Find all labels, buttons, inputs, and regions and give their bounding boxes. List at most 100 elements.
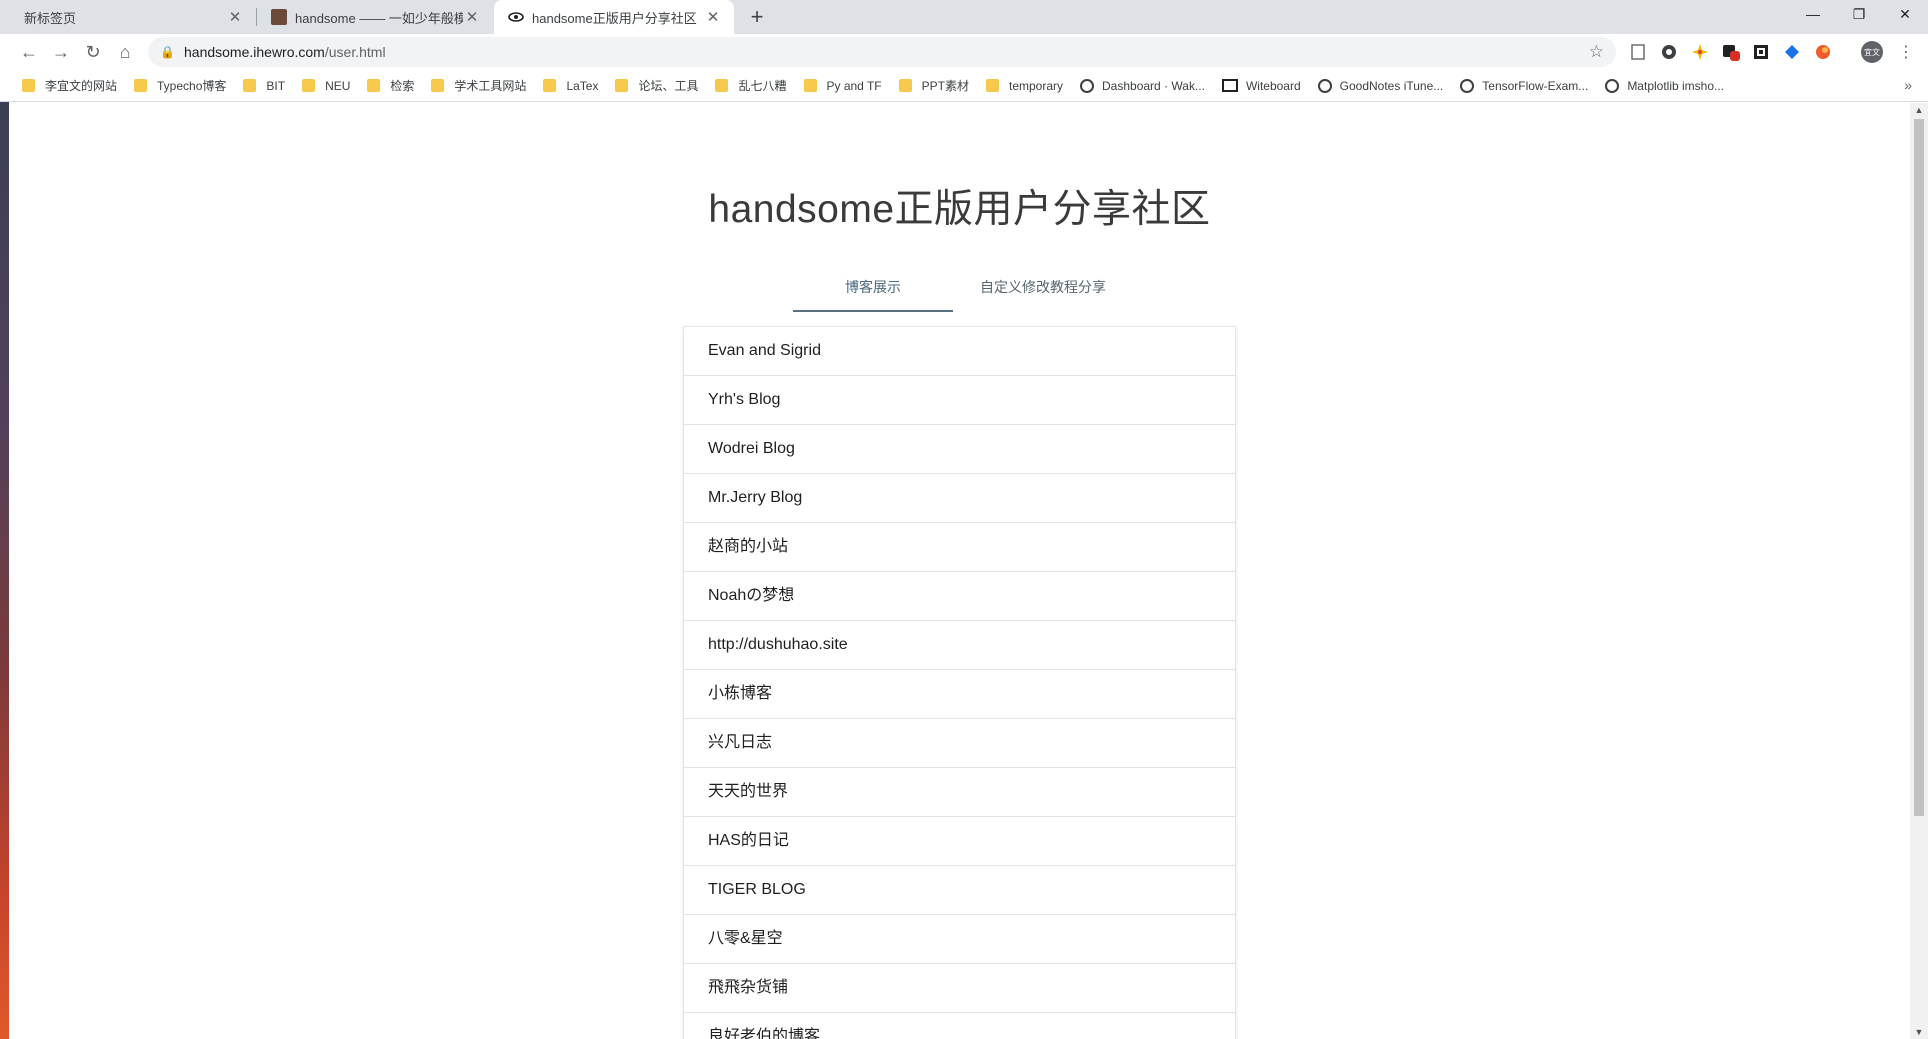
back-arrow-icon[interactable]: ←	[16, 39, 42, 65]
tab-title: 新标签页	[24, 10, 77, 26]
url-host: handsome.ihewro.com	[184, 44, 325, 60]
bookmark-label: Witeboard	[1245, 78, 1301, 93]
browser-tab-handsome[interactable]: handsome —— 一如少年般模样 ✕	[257, 0, 493, 34]
bookmark-item[interactable]: LaTex	[543, 79, 598, 93]
blog-list-item[interactable]: 小栋博客	[684, 670, 1235, 719]
reader-extension-icon[interactable]	[1628, 42, 1648, 62]
reload-icon[interactable]: ↻	[80, 39, 106, 65]
url-path: /user.html	[324, 44, 386, 60]
blog-list-item[interactable]: Wodrei Blog	[684, 425, 1235, 474]
bookmark-label: TensorFlow-Exam...	[1482, 78, 1589, 93]
blog-list-item[interactable]: 天天的世界	[684, 768, 1235, 817]
folder-icon	[985, 79, 999, 92]
blog-list-item[interactable]: 八零&星空	[684, 915, 1235, 964]
new-tab-button[interactable]: +	[744, 4, 770, 30]
scroll-thumb[interactable]	[1914, 119, 1924, 816]
blog-list-item[interactable]: TIGER BLOG	[684, 866, 1235, 915]
blog-list-item[interactable]: Evan and Sigrid	[684, 327, 1235, 376]
globe-icon	[1460, 78, 1475, 93]
site-favicon-icon	[271, 9, 287, 25]
menu-kebab-icon[interactable]: ⋮	[1896, 42, 1916, 62]
bookmark-star-icon[interactable]: ☆	[1589, 42, 1604, 62]
bookmark-item[interactable]: TensorFlow-Exam...	[1460, 78, 1589, 93]
browser-tab-strip: 新标签页 ✕ handsome —— 一如少年般模样 ✕ handsome正版用…	[0, 0, 1928, 34]
bookmark-label: Matplotlib imsho...	[1627, 78, 1725, 93]
grammar-extension-icon[interactable]	[1659, 42, 1679, 62]
folder-icon	[134, 79, 148, 92]
bookmark-item[interactable]: GoodNotes iTune...	[1317, 78, 1443, 93]
bookmark-label: Dashboard · Wak...	[1102, 78, 1205, 93]
minimize-button[interactable]: —	[1790, 0, 1836, 30]
lock-icon: 🔒	[160, 45, 175, 59]
pinwheel-extension-icon[interactable]	[1690, 42, 1710, 62]
scroll-up-arrow-icon[interactable]: ▲	[1910, 103, 1928, 117]
bookmarks-overflow-icon[interactable]: »	[1904, 77, 1912, 93]
folder-icon	[715, 79, 729, 92]
bookmark-item[interactable]: Matplotlib imsho...	[1605, 78, 1725, 93]
bookmark-label: 论坛、工具	[638, 79, 699, 93]
clock-icon	[1080, 78, 1095, 93]
bookmark-item[interactable]: BIT	[243, 79, 285, 93]
blog-list-item[interactable]: Yrh's Blog	[684, 376, 1235, 425]
bookmark-item[interactable]: Dashboard · Wak...	[1080, 78, 1205, 93]
profile-avatar[interactable]: 宜文	[1861, 41, 1883, 63]
bookmark-label: BIT	[266, 78, 286, 93]
bookmark-label: 检索	[390, 79, 415, 93]
bookmark-item[interactable]: 检索	[367, 77, 414, 94]
folder-icon	[302, 79, 316, 92]
bookmark-item[interactable]: Typecho博客	[134, 77, 226, 94]
folder-icon	[803, 79, 817, 92]
folder-icon	[898, 79, 912, 92]
bookmark-item[interactable]: Witeboard	[1221, 78, 1301, 93]
eye-favicon-icon	[508, 9, 524, 25]
address-bar[interactable]: 🔒 handsome.ihewro.com/user.html ☆	[148, 37, 1616, 67]
tab-close-icon[interactable]: ✕	[463, 8, 481, 26]
bookmark-item[interactable]: 论坛、工具	[615, 77, 698, 94]
translate-extension-icon[interactable]	[1782, 42, 1802, 62]
tab-blog-showcase[interactable]: 博客展示	[793, 265, 953, 312]
tab-title: handsome —— 一如少年般模样	[295, 10, 463, 26]
blog-list-item[interactable]: HAS的日记	[684, 817, 1235, 866]
bookmark-item[interactable]: 乱七八糟	[715, 77, 787, 94]
browser-tab-community[interactable]: handsome正版用户分享社区 ✕	[494, 0, 734, 34]
tab-title: handsome正版用户分享社区	[532, 10, 697, 26]
bookmark-label: 乱七八糟	[738, 79, 787, 93]
scroll-down-arrow-icon[interactable]: ▼	[1910, 1025, 1928, 1039]
restore-button[interactable]: ❐	[1836, 0, 1882, 30]
tab-close-icon[interactable]: ✕	[704, 8, 722, 26]
browser-tab-new-tab[interactable]: 新标签页 ✕	[10, 0, 256, 34]
bookmark-item[interactable]: Py and TF	[803, 78, 882, 93]
bookmark-label: temporary	[1008, 78, 1064, 93]
folder-icon	[543, 79, 557, 92]
bookmark-item[interactable]: 李宜文的网站	[22, 77, 117, 94]
browser-toolbar: ← → ↻ ⌂ 🔒 handsome.ihewro.com/user.html …	[0, 34, 1928, 70]
qr-extension-icon[interactable]	[1751, 42, 1771, 62]
blog-list-item[interactable]: Noahの梦想	[684, 572, 1235, 621]
bookmark-item[interactable]: temporary	[985, 78, 1064, 93]
blog-list-item[interactable]: http://dushuhao.site	[684, 621, 1235, 670]
folder-icon	[615, 79, 629, 92]
folder-icon	[22, 79, 35, 92]
orange-extension-icon[interactable]	[1813, 42, 1833, 62]
bookmark-item[interactable]: 学术工具网站	[431, 77, 526, 94]
notification-extension-icon[interactable]	[1721, 42, 1741, 62]
home-icon[interactable]: ⌂	[112, 39, 138, 65]
desktop-background-strip	[0, 102, 9, 1039]
bookmark-label: 李宜文的网站	[45, 79, 118, 93]
folder-icon	[431, 79, 445, 92]
forward-arrow-icon[interactable]: →	[48, 39, 74, 65]
blog-list-item[interactable]: 良好老伯的博客	[684, 1013, 1235, 1039]
tab-custom-tutorials[interactable]: 自定义修改教程分享	[953, 265, 1133, 312]
blog-list-item[interactable]: 兴凡日志	[684, 719, 1235, 768]
tab-close-icon[interactable]: ✕	[226, 8, 244, 26]
bookmark-label: Py and TF	[826, 78, 882, 93]
blog-list-item[interactable]: Mr.Jerry Blog	[684, 474, 1235, 523]
bookmark-item[interactable]: PPT素材	[898, 77, 969, 94]
bookmark-item[interactable]: NEU	[302, 79, 350, 93]
bookmark-label: Typecho博客	[157, 79, 227, 93]
blog-list-item[interactable]: 飛飛杂货铺	[684, 964, 1235, 1013]
blog-list-item[interactable]: 赵商的小站	[684, 523, 1235, 572]
close-window-button[interactable]: ✕	[1882, 0, 1928, 30]
bookmark-label: PPT素材	[921, 79, 969, 93]
page-scrollbar[interactable]: ▲ ▼	[1910, 103, 1928, 1039]
